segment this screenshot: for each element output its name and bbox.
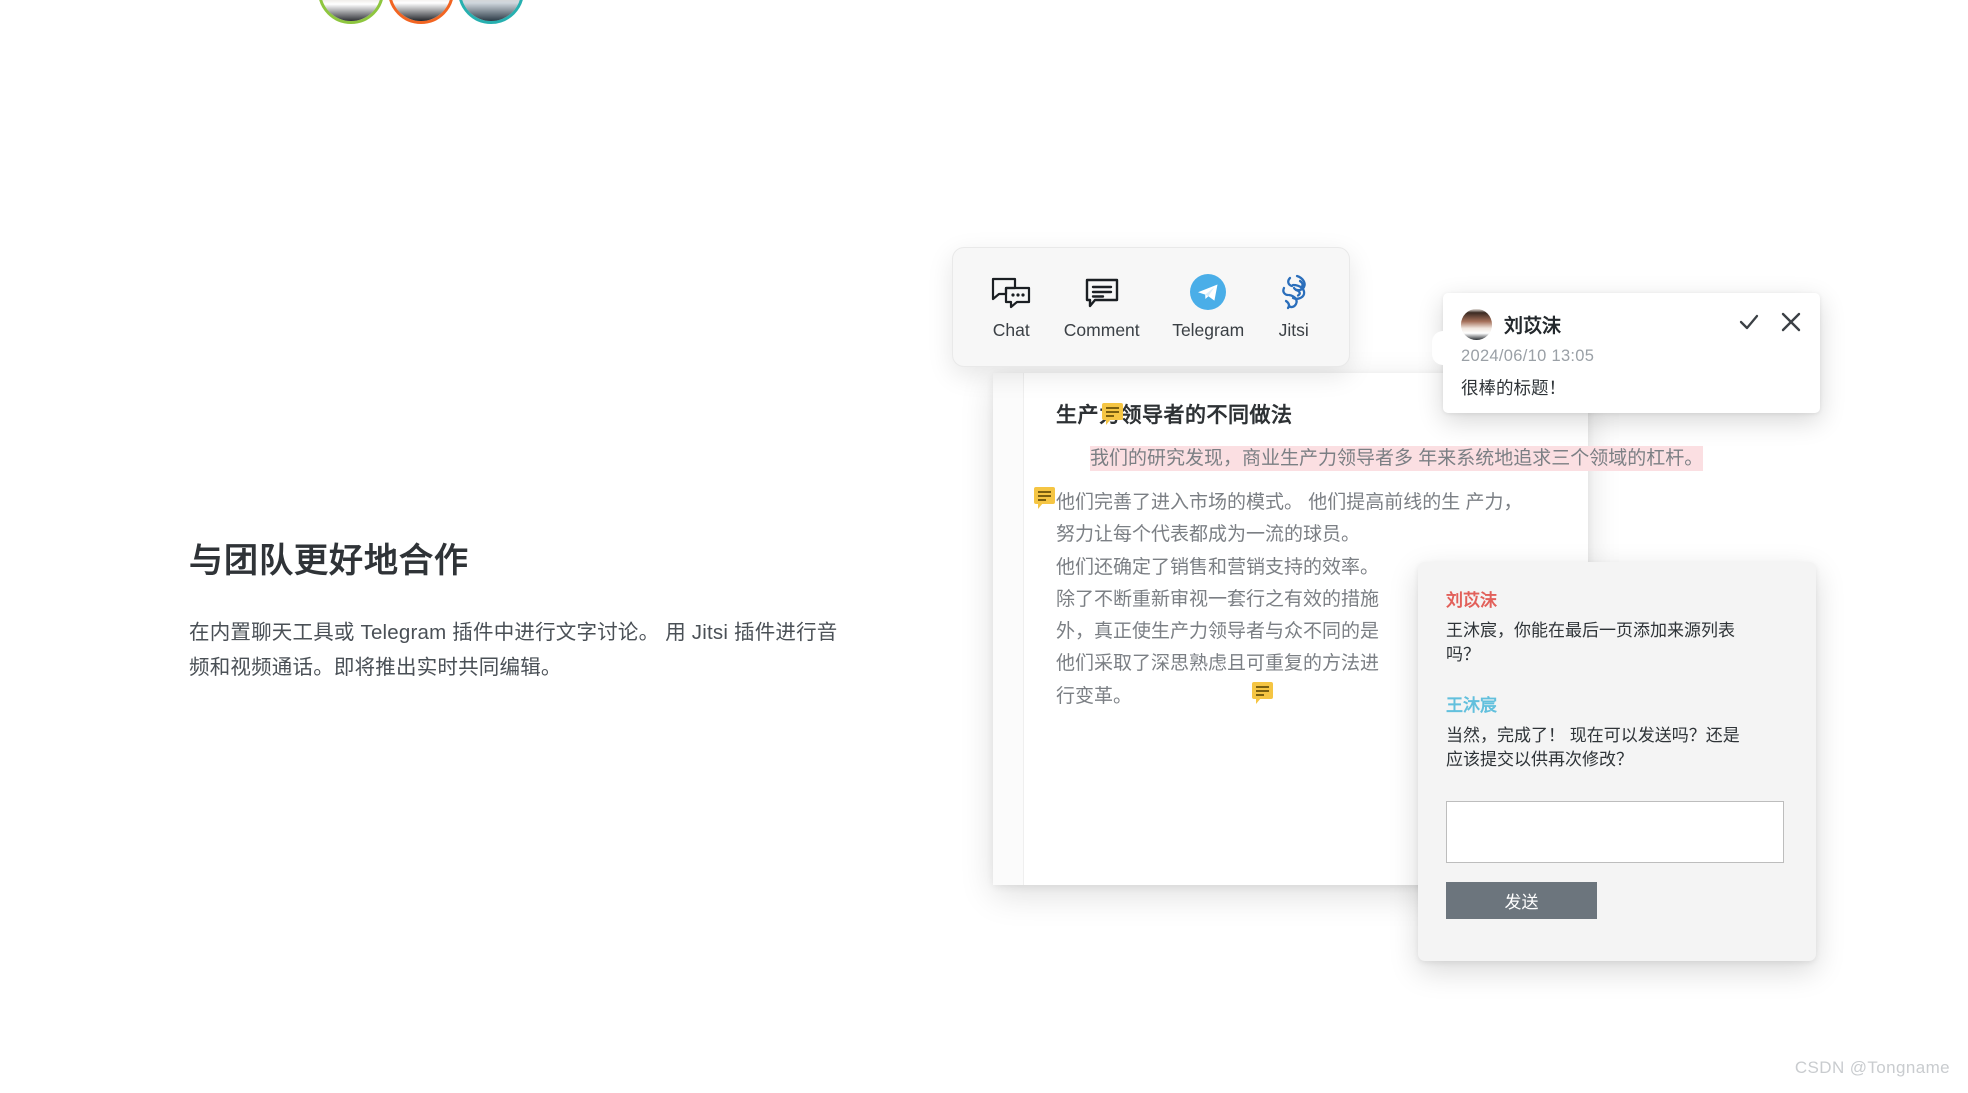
avatar bbox=[458, 0, 524, 24]
feature-copy-block: 与团队更好地合作 在内置聊天工具或 Telegram 插件中进行文字讨论。 用 … bbox=[189, 540, 869, 686]
document-line: 他们完善了进入市场的模式。 他们提高前线的生 产力， bbox=[1056, 491, 1523, 513]
toolbar-item-label: Telegram bbox=[1172, 320, 1245, 340]
avatar-photo bbox=[321, 0, 381, 21]
page-root: 与团队更好地合作 在内置聊天工具或 Telegram 插件中进行文字讨论。 用 … bbox=[0, 0, 1968, 1093]
toolbar-item-label: Comment bbox=[1063, 320, 1140, 340]
toolbar-item-chat[interactable]: Chat bbox=[991, 273, 1031, 341]
chat-bubbles-icon bbox=[991, 273, 1031, 311]
avatar bbox=[388, 0, 454, 24]
comment-pin-icon[interactable] bbox=[1252, 681, 1273, 704]
avatar bbox=[318, 0, 384, 24]
highlighted-text: 我们的研究发现，商业生产力领导者多 年来系统地追求三个领域的杠杆。 bbox=[1090, 446, 1704, 471]
plugin-toolbar: Chat Comment Telegram Jitsi bbox=[952, 247, 1350, 367]
document-line: 努力让每个代表都成为一流的球员。 bbox=[1056, 524, 1361, 546]
check-icon[interactable] bbox=[1738, 311, 1760, 338]
toolbar-item-label: Chat bbox=[992, 320, 1030, 340]
toolbar-item-jitsi[interactable]: Jitsi bbox=[1277, 273, 1311, 341]
comment-pin-icon[interactable] bbox=[1102, 403, 1123, 425]
chat-message: 王沐宸 当然，完成了！ 现在可以发送吗？还是应该提交以供再次修改？ bbox=[1446, 691, 1790, 772]
comment-timestamp: 2024/06/10 13:05 bbox=[1461, 347, 1595, 365]
comment-popup-actions bbox=[1738, 311, 1802, 338]
comment-popup-header: 刘苡沫 bbox=[1461, 309, 1802, 340]
chat-panel: 刘苡沫 王沐宸，你能在最后一页添加来源列表吗？ 王沐宸 当然，完成了！ 现在可以… bbox=[1418, 562, 1816, 961]
toolbar-item-telegram[interactable]: Telegram bbox=[1172, 273, 1244, 341]
team-avatar-group bbox=[318, 0, 524, 24]
toolbar-item-comment[interactable]: Comment bbox=[1064, 273, 1140, 341]
chat-input[interactable] bbox=[1446, 800, 1784, 863]
comment-text: 很棒的标题！ bbox=[1461, 378, 1566, 398]
comment-pin-icon[interactable] bbox=[1034, 486, 1055, 509]
page-title: 与团队更好地合作 bbox=[189, 542, 469, 580]
avatar bbox=[1461, 309, 1492, 340]
chat-message: 刘苡沫 王沐宸，你能在最后一页添加来源列表吗？ bbox=[1446, 586, 1790, 667]
chat-message-text: 当然，完成了！ 现在可以发送吗？还是应该提交以供再次修改？ bbox=[1446, 726, 1740, 770]
document-highlighted-paragraph: 我们的研究发现，商业生产力领导者多 年来系统地追求三个领域的杠杆。 bbox=[1056, 443, 1716, 475]
document-gutter bbox=[993, 373, 1024, 885]
comment-bubble-icon bbox=[1085, 273, 1119, 311]
close-icon[interactable] bbox=[1780, 311, 1802, 338]
avatar-photo bbox=[391, 0, 451, 21]
watermark: CSDN @Tongname bbox=[1794, 1058, 1950, 1077]
chat-message-author: 王沐宸 bbox=[1446, 696, 1497, 716]
comment-popup: 刘苡沫 2024/06/10 13:05 很棒的标题！ bbox=[1432, 293, 1820, 413]
toolbar-item-label: Jitsi bbox=[1278, 320, 1309, 340]
page-description: 在内置聊天工具或 Telegram 插件中进行文字讨论。 用 Jitsi 插件进… bbox=[189, 620, 838, 680]
telegram-icon bbox=[1189, 273, 1227, 311]
jitsi-icon bbox=[1277, 273, 1311, 311]
chat-message-author: 刘苡沫 bbox=[1446, 591, 1497, 610]
send-button[interactable]: 发送 bbox=[1446, 881, 1597, 919]
chat-message-text: 王沐宸，你能在最后一页添加来源列表吗？ bbox=[1446, 621, 1735, 665]
comment-author: 刘苡沫 bbox=[1504, 316, 1562, 337]
avatar-photo bbox=[461, 0, 521, 21]
